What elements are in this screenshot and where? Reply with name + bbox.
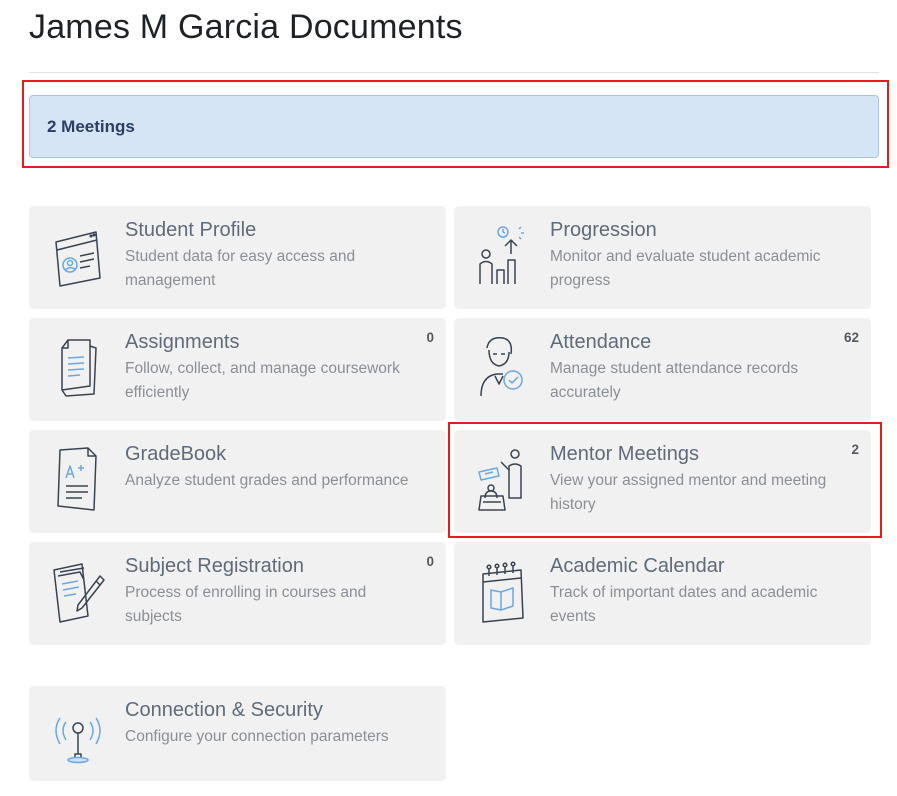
card-title: Assignments [125, 331, 240, 353]
card-academic-calendar[interactable]: Academic Calendar Track of important dat… [454, 542, 871, 645]
grade-sheet-icon [50, 444, 106, 514]
count-badge: 62 [843, 330, 859, 345]
documents-icon [50, 332, 106, 402]
card-description: Analyze student grades and performance [125, 472, 409, 489]
card-title: Academic Calendar [550, 555, 725, 577]
card-description: Track of important dates and academic ev… [550, 584, 818, 625]
highlight-frame-mentor-meetings [448, 422, 882, 538]
card-attendance[interactable]: Attendance Manage student attendance rec… [454, 318, 871, 421]
page-title: James M Garcia Documents [29, 8, 463, 46]
highlight-frame-banner [22, 80, 889, 168]
card-description: Student data for easy access and managem… [125, 248, 356, 289]
count-badge: 0 [426, 330, 434, 345]
card-title: Connection & Security [125, 699, 323, 721]
title-divider [29, 72, 879, 73]
card-subject-registration[interactable]: Subject Registration Process of enrollin… [29, 542, 446, 645]
progress-chart-icon [475, 220, 531, 290]
card-gradebook[interactable]: GradeBook Analyze student grades and per… [29, 430, 446, 533]
card-connection-security[interactable]: Connection & Security Configure your con… [29, 686, 446, 781]
calendar-book-icon [475, 556, 531, 626]
card-student-profile[interactable]: Student Profile Student data for easy ac… [29, 206, 446, 309]
card-description: Configure your connection parameters [125, 728, 389, 745]
card-title: Progression [550, 219, 657, 241]
count-badge: 0 [426, 554, 434, 569]
card-title: Attendance [550, 331, 652, 353]
attendance-person-check-icon [475, 332, 531, 402]
card-title: GradeBook [125, 443, 227, 465]
card-description: Manage student attendance records accura… [550, 360, 799, 401]
card-description: Follow, collect, and manage coursework e… [125, 360, 400, 401]
card-assignments[interactable]: Assignments Follow, collect, and manage … [29, 318, 446, 421]
card-title: Subject Registration [125, 555, 304, 577]
card-title: Student Profile [125, 219, 257, 241]
card-description: Process of enrolling in courses and subj… [125, 584, 367, 625]
card-description: Monitor and evaluate student academic pr… [550, 248, 821, 289]
broadcast-antenna-icon [50, 700, 106, 770]
registration-form-pen-icon [50, 556, 106, 626]
profile-browser-icon [50, 220, 106, 290]
card-progression[interactable]: Progression Monitor and evaluate student… [454, 206, 871, 309]
